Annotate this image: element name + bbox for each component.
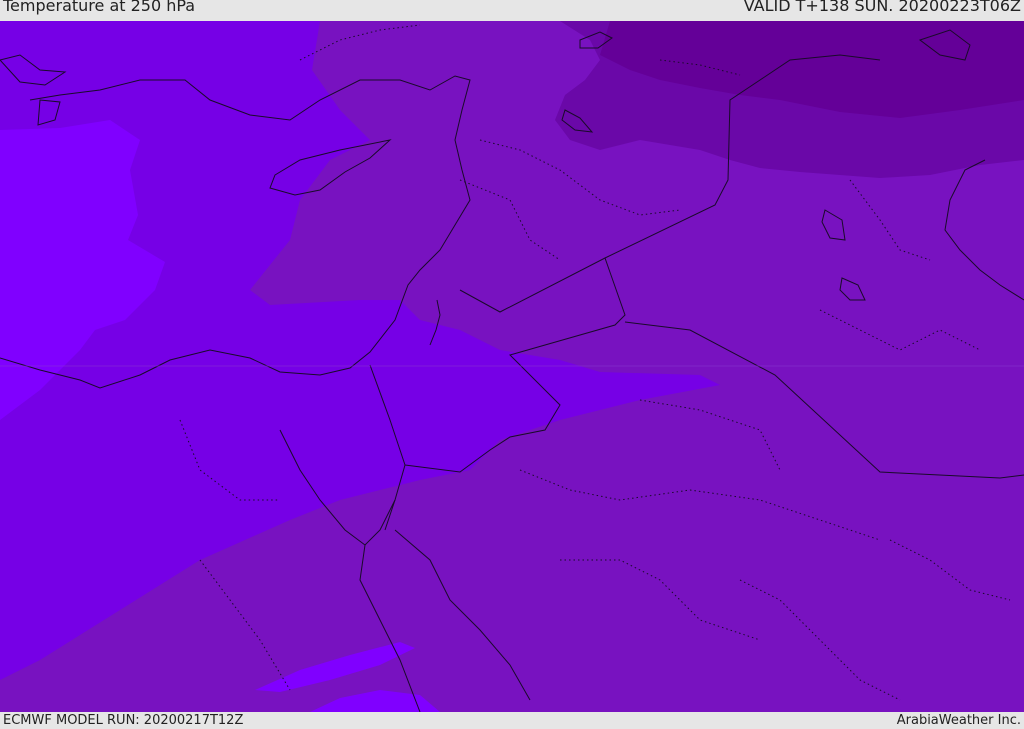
model-run: ECMWF MODEL RUN: 20200217T12Z bbox=[3, 713, 244, 728]
weather-map[interactable] bbox=[0, 21, 1024, 712]
map-title: Temperature at 250 hPa bbox=[3, 0, 196, 15]
footer-bar: ECMWF MODEL RUN: 20200217T12Z ArabiaWeat… bbox=[0, 712, 1024, 729]
valid-time: VALID T+138 SUN. 20200223T06Z bbox=[743, 0, 1021, 15]
credit: ArabiaWeather Inc. bbox=[896, 713, 1021, 728]
header-bar: Temperature at 250 hPa VALID T+138 SUN. … bbox=[0, 0, 1024, 21]
